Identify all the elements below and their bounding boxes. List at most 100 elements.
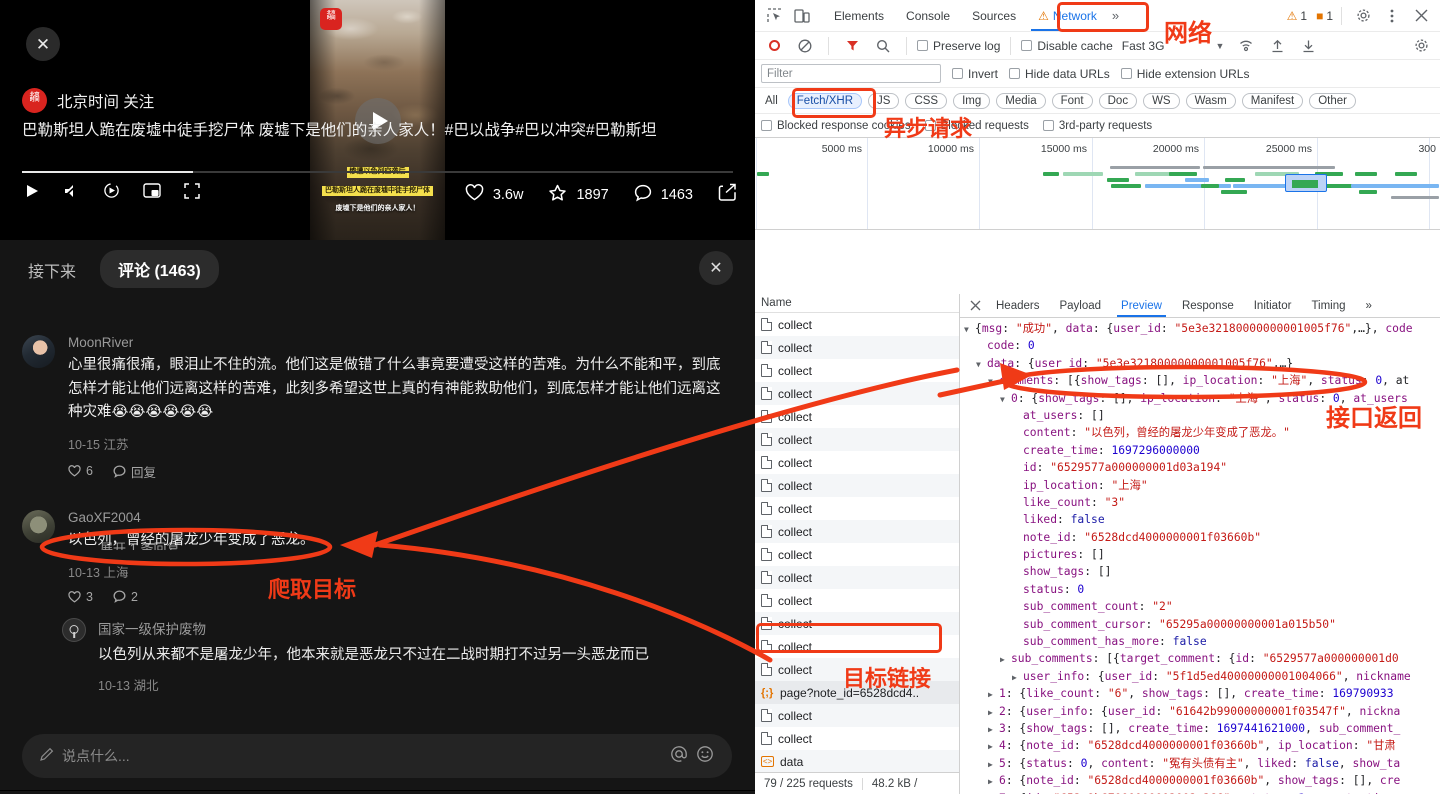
type-filter-fetch-xhr[interactable]: Fetch/XHR (787, 92, 863, 109)
favorite-icon[interactable] (548, 184, 567, 206)
request-row[interactable]: collect (755, 520, 959, 543)
request-row[interactable]: collect (755, 727, 959, 750)
json-line[interactable]: comments: [{show_tags: [], ip_location: … (960, 372, 1440, 389)
timeline-selection[interactable] (1285, 174, 1327, 192)
collapse-arrow-icon[interactable] (1012, 669, 1023, 686)
import-har-icon[interactable] (1264, 33, 1290, 59)
json-line[interactable]: code: 0 (960, 337, 1440, 354)
warning-badge[interactable]: ⚠ 1 (1287, 9, 1307, 23)
request-row[interactable]: collect (755, 658, 959, 681)
invert-box[interactable] (952, 68, 963, 79)
inspect-icon[interactable] (761, 3, 787, 29)
mute-icon[interactable] (63, 183, 80, 199)
json-line[interactable]: sub_comment_has_more: false (960, 633, 1440, 650)
filter-input[interactable]: Filter (761, 64, 941, 83)
picture-in-picture-icon[interactable] (143, 183, 161, 198)
json-line[interactable]: like_count: "3" (960, 494, 1440, 511)
json-line[interactable]: content: "以色列，曾经的屠龙少年变成了恶龙。" (960, 424, 1440, 441)
tab-network[interactable]: ⚠ Network (1027, 1, 1108, 31)
request-row[interactable]: collect (755, 497, 959, 520)
collapse-arrow-icon[interactable] (988, 773, 999, 790)
collapse-arrow-icon[interactable] (988, 721, 999, 738)
json-line[interactable]: at_users: [] (960, 407, 1440, 424)
blocked-requests-checkbox[interactable]: Blocked requests (924, 120, 1029, 132)
type-filter-all[interactable]: All (761, 93, 782, 108)
request-row[interactable]: collect (755, 543, 959, 566)
reply-avatar[interactable] (62, 618, 86, 642)
request-row[interactable]: collect (755, 313, 959, 336)
request-row[interactable]: collect (755, 635, 959, 658)
device-toolbar-icon[interactable] (789, 3, 815, 29)
detail-tab-preview[interactable]: Preview (1111, 294, 1172, 317)
comment-composer[interactable]: 说点什么... (22, 734, 732, 778)
collapse-arrow-icon[interactable] (988, 704, 999, 721)
type-filter-ws[interactable]: WS (1143, 92, 1180, 109)
at-icon[interactable] (670, 745, 688, 768)
request-row[interactable]: collect (755, 474, 959, 497)
channel-row[interactable]: 北京 时间 北京时间 关注 (22, 88, 154, 113)
clear-icon[interactable] (792, 33, 818, 59)
tab-comments[interactable]: 评论 (1463) (100, 250, 219, 288)
network-overview-timeline[interactable]: 5000 ms 10000 ms 15000 ms 20000 ms 25000… (755, 138, 1440, 230)
close-video-button[interactable]: ✕ (26, 27, 60, 61)
json-line[interactable]: id: "6529577a000000001d03a194" (960, 459, 1440, 476)
network-conditions-icon[interactable] (1233, 33, 1259, 59)
detail-tab-payload[interactable]: Payload (1049, 294, 1111, 317)
comment-input-placeholder[interactable]: 说点什么... (62, 746, 662, 766)
close-comments-button[interactable]: ✕ (699, 251, 733, 285)
third-party-requests-checkbox[interactable]: 3rd-party requests (1042, 120, 1152, 132)
json-line[interactable]: create_time: 1697296000000 (960, 442, 1440, 459)
json-line[interactable]: ip_location: "上海" (960, 477, 1440, 494)
type-filter-img[interactable]: Img (953, 92, 991, 109)
request-row[interactable]: collect (755, 589, 959, 612)
replay-icon[interactable] (103, 182, 120, 199)
hide-data-urls-box[interactable] (1009, 68, 1021, 79)
expand-arrow-icon[interactable] (964, 321, 975, 338)
request-row[interactable]: collect (755, 405, 959, 428)
request-row[interactable]: {;} page?note_id=6528dcd4.. (755, 681, 959, 704)
video-controls[interactable] (24, 182, 200, 199)
tab-sources[interactable]: Sources (961, 1, 1027, 31)
json-line[interactable]: 4: {note_id: "6528dcd4000000001f03660b",… (960, 737, 1440, 754)
comment-icon[interactable] (634, 184, 652, 206)
comment-reply-button[interactable]: 2 (113, 590, 138, 604)
collapse-arrow-icon[interactable] (988, 791, 999, 794)
disable-cache-checkbox[interactable]: Disable cache (1021, 39, 1113, 53)
network-settings-gear-icon[interactable] (1408, 33, 1434, 59)
request-list-header[interactable]: Name (755, 294, 959, 313)
tab-console[interactable]: Console (895, 1, 961, 31)
type-filter-other[interactable]: Other (1309, 92, 1356, 109)
detail-tab-response[interactable]: Response (1172, 294, 1244, 317)
type-filter-font[interactable]: Font (1051, 92, 1093, 109)
json-line[interactable]: 2: {user_info: {user_id: "61642b99000000… (960, 703, 1440, 720)
invert-checkbox[interactable]: Invert (952, 67, 998, 81)
like-icon[interactable] (465, 184, 484, 205)
blocked-requests-box[interactable] (924, 120, 936, 131)
expand-arrow-icon[interactable] (976, 356, 987, 373)
json-line[interactable]: status: 0 (960, 581, 1440, 598)
expand-arrow-icon[interactable] (988, 373, 999, 390)
channel-name[interactable]: 北京时间 关注 (57, 90, 154, 112)
type-filter-manifest[interactable]: Manifest (1241, 92, 1304, 109)
settings-gear-icon[interactable] (1350, 3, 1376, 29)
request-row[interactable]: collect (755, 428, 959, 451)
more-vertical-icon[interactable] (1379, 3, 1405, 29)
request-row[interactable]: collect (755, 382, 959, 405)
type-filter-css[interactable]: CSS (905, 92, 948, 109)
comment-author[interactable]: GaoXF2004 (68, 510, 732, 525)
video-progress-bar[interactable] (22, 171, 733, 173)
json-line[interactable]: sub_comments: [{target_comment: {id: "65… (960, 650, 1440, 667)
json-line[interactable]: note_id: "6528dcd4000000001f03660b" (960, 529, 1440, 546)
json-line[interactable]: show_tags: [] (960, 563, 1440, 580)
fullscreen-icon[interactable] (184, 182, 200, 199)
hide-data-urls-checkbox[interactable]: Hide data URLs (1009, 67, 1110, 81)
comment-like-button[interactable]: 3 (68, 590, 93, 604)
hide-extension-urls-checkbox[interactable]: Hide extension URLs (1120, 67, 1249, 81)
more-tabs-icon[interactable]: » (1108, 8, 1123, 23)
json-line[interactable]: 6: {note_id: "6528dcd4000000001f03660b",… (960, 772, 1440, 789)
collapse-arrow-icon[interactable] (988, 738, 999, 755)
disable-cache-box[interactable] (1021, 40, 1033, 51)
detail-tab-headers[interactable]: Headers (986, 294, 1049, 317)
blocked-response-cookies-checkbox[interactable]: Blocked response cookies (761, 120, 911, 132)
comment-reply-button[interactable]: 回复 (113, 462, 156, 481)
